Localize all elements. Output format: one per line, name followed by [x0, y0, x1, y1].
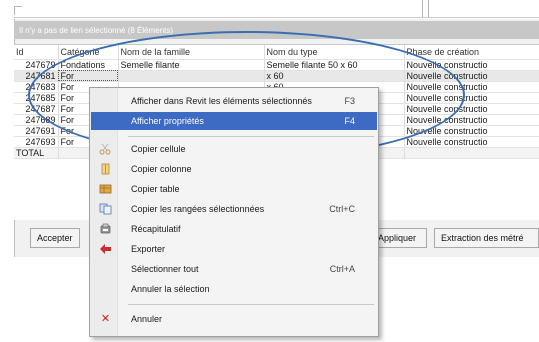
- cell-id[interactable]: 247679: [14, 59, 59, 71]
- cell-id[interactable]: 247685: [14, 92, 59, 104]
- copy-column-icon: [99, 163, 112, 175]
- frame-line: [14, 17, 539, 18]
- export-icon: [99, 243, 112, 255]
- accept-button[interactable]: Accepter: [30, 228, 80, 248]
- cell-phase[interactable]: Nouvelle constructio: [404, 114, 539, 126]
- cell-phase[interactable]: Nouvelle constructio: [404, 70, 539, 82]
- cell-phase[interactable]: Nouvelle constructio: [404, 136, 539, 148]
- menu-item-label: Annuler la sélection: [131, 284, 210, 294]
- cell-phase[interactable]: Nouvelle constructio: [404, 59, 539, 71]
- cell-phase[interactable]: Nouvelle constructio: [404, 81, 539, 93]
- menu-separator: [128, 304, 374, 305]
- frame-divider: [422, 0, 423, 18]
- cell-id[interactable]: 247683: [14, 81, 59, 93]
- menu-item-copy-cell[interactable]: Copier cellule: [91, 140, 377, 158]
- cell-phase[interactable]: Nouvelle constructio: [404, 125, 539, 137]
- frame-divider: [428, 0, 429, 18]
- menu-item-summary[interactable]: Récapitulatif: [91, 220, 377, 238]
- table-row[interactable]: 247679 Fondations Semelle filante Semell…: [14, 59, 539, 71]
- top-toolbar-area: [0, 0, 539, 19]
- menu-item-label: Copier table: [131, 184, 180, 194]
- menu-item-show-in-revit[interactable]: Afficher dans Revit les éléments sélecti…: [91, 92, 377, 110]
- menu-item-label: Copier les rangées sélectionnées: [131, 204, 265, 214]
- context-menu: Afficher dans Revit les éléments sélecti…: [89, 87, 379, 337]
- menu-item-label: Copier cellule: [131, 144, 186, 154]
- total-label: TOTAL: [14, 147, 59, 159]
- column-header-category[interactable]: Catégorie: [58, 45, 119, 60]
- cell-family[interactable]: [118, 70, 265, 82]
- menu-item-show-properties[interactable]: Afficher propriétés F4: [91, 112, 377, 130]
- cell-category[interactable]: For: [58, 70, 119, 82]
- menu-item-copy-selected-rows[interactable]: Copier les rangées sélectionnées Ctrl+C: [91, 200, 377, 218]
- scissors-icon: [99, 143, 112, 155]
- menu-item-copy-column[interactable]: Copier colonne: [91, 160, 377, 178]
- cell-family[interactable]: Semelle filante: [118, 59, 265, 71]
- copy-table-icon: [99, 183, 112, 195]
- column-header-id[interactable]: Id: [14, 45, 59, 60]
- menu-item-cancel[interactable]: ✕ Annuler: [91, 310, 377, 328]
- menu-item-copy-table[interactable]: Copier table: [91, 180, 377, 198]
- menu-item-label: Sélectionner tout: [131, 264, 199, 274]
- menu-item-label: Récapitulatif: [131, 224, 181, 234]
- cell-phase[interactable]: Nouvelle constructio: [404, 103, 539, 115]
- close-icon: ✕: [100, 313, 111, 325]
- menu-item-cancel-selection[interactable]: Annuler la sélection: [91, 280, 377, 298]
- summary-icon: [99, 223, 112, 235]
- menu-item-label: Afficher propriétés: [131, 116, 204, 126]
- table-header-row: Id Catégorie Nom de la famille Nom du ty…: [14, 45, 539, 60]
- menu-item-shortcut: Ctrl+A: [329, 264, 355, 274]
- menu-item-label: Copier colonne: [131, 164, 192, 174]
- menu-item-shortcut: Ctrl+C: [329, 204, 355, 214]
- menu-item-export[interactable]: Exporter: [91, 240, 377, 258]
- cell-id[interactable]: 247691: [14, 125, 59, 137]
- cell-id[interactable]: 247681: [14, 70, 59, 82]
- apply-button[interactable]: Appliquer: [371, 228, 427, 248]
- selection-status-text: Il n'y a pas de lien sélectionné (8 Élém…: [19, 26, 174, 35]
- copy-rows-icon: [99, 203, 112, 215]
- cell-category[interactable]: Fondations: [58, 59, 119, 71]
- cell-phase[interactable]: Nouvelle constructio: [404, 92, 539, 104]
- extract-quantities-button[interactable]: Extraction des métré: [434, 228, 539, 248]
- menu-item-label: Annuler: [131, 314, 163, 324]
- table-row[interactable]: 247681 For x 60 Nouvelle constructio: [14, 70, 539, 82]
- cell-type[interactable]: x 60: [264, 70, 405, 82]
- menu-item-label: Exporter: [131, 244, 166, 254]
- cell-id[interactable]: 247689: [14, 114, 59, 126]
- menu-item-shortcut: F3: [344, 96, 355, 106]
- menu-item-select-all[interactable]: Sélectionner tout Ctrl+A: [91, 260, 377, 278]
- column-header-type[interactable]: Nom du type: [264, 45, 405, 60]
- menu-separator: [128, 136, 374, 137]
- menu-item-label: Afficher dans Revit les éléments sélecti…: [131, 96, 312, 106]
- screenshot-stage: Il n'y a pas de lien sélectionné (8 Élém…: [0, 0, 539, 342]
- cell-id[interactable]: 247693: [14, 136, 59, 148]
- frame-corner: [14, 6, 22, 15]
- cell-type[interactable]: Semelle filante 50 x 60: [264, 59, 405, 71]
- column-header-phase[interactable]: Phase de création: [404, 45, 539, 60]
- menu-item-shortcut: F4: [344, 116, 355, 126]
- cell-id[interactable]: 247687: [14, 103, 59, 115]
- column-header-family[interactable]: Nom de la famille: [118, 45, 265, 60]
- selection-status-bar: Il n'y a pas de lien sélectionné (8 Élém…: [14, 21, 539, 39]
